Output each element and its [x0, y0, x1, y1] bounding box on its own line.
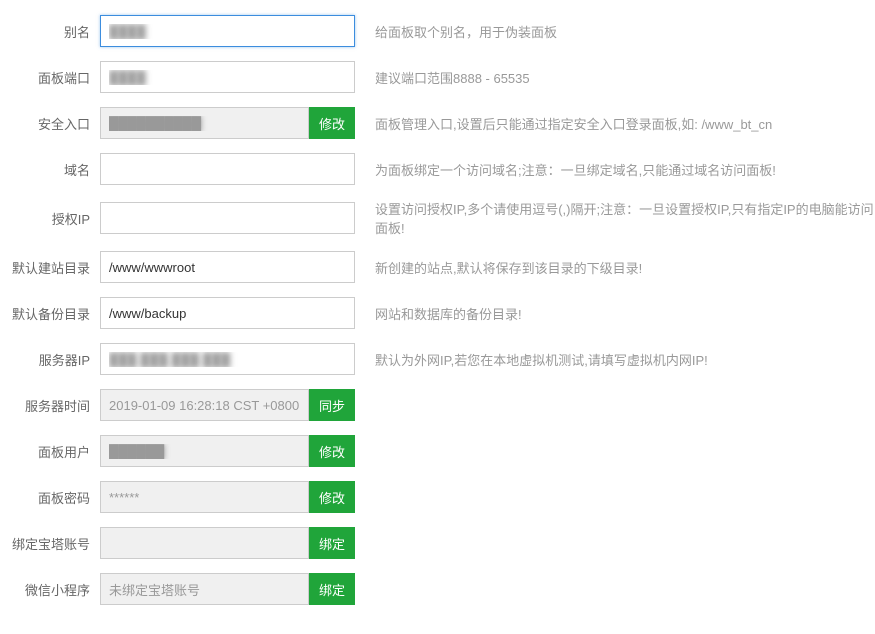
port-label: 面板端口: [0, 68, 100, 87]
servertime-input: [100, 389, 309, 421]
paneluser-modify-button[interactable]: 修改: [309, 435, 355, 467]
alias-input[interactable]: [100, 15, 355, 47]
entry-hint: 面板管理入口,设置后只能通过指定安全入口登录面板,如: /www_bt_cn: [375, 114, 875, 133]
panelpass-label: 面板密码: [0, 488, 100, 507]
entry-label: 安全入口: [0, 114, 100, 133]
servertime-sync-button[interactable]: 同步: [309, 389, 355, 421]
authip-input[interactable]: [100, 202, 355, 234]
paneluser-label: 面板用户: [0, 442, 100, 461]
domain-label: 域名: [0, 160, 100, 179]
btaccount-bind-button[interactable]: 绑定: [309, 527, 355, 559]
alias-label: 别名: [0, 22, 100, 41]
sitedir-input[interactable]: [100, 251, 355, 283]
servertime-label: 服务器时间: [0, 396, 100, 415]
domain-hint: 为面板绑定一个访问域名;注意：一旦绑定域名,只能通过域名访问面板!: [375, 160, 875, 179]
backupdir-label: 默认备份目录: [0, 304, 100, 323]
wechat-input: [100, 573, 309, 605]
serverip-hint: 默认为外网IP,若您在本地虚拟机测试,请填写虚拟机内网IP!: [375, 350, 875, 369]
btaccount-label: 绑定宝塔账号: [0, 534, 100, 553]
sitedir-hint: 新创建的站点,默认将保存到该目录的下级目录!: [375, 258, 875, 277]
authip-hint: 设置访问授权IP,多个请使用逗号(,)隔开;注意：一旦设置授权IP,只有指定IP…: [375, 199, 875, 237]
wechat-bind-button[interactable]: 绑定: [309, 573, 355, 605]
serverip-label: 服务器IP: [0, 350, 100, 369]
sitedir-label: 默认建站目录: [0, 258, 100, 277]
port-input[interactable]: [100, 61, 355, 93]
port-hint: 建议端口范围8888 - 65535: [375, 68, 875, 87]
backupdir-input[interactable]: [100, 297, 355, 329]
alias-hint: 给面板取个别名，用于伪装面板: [375, 22, 875, 41]
authip-label: 授权IP: [0, 209, 100, 228]
domain-input[interactable]: [100, 153, 355, 185]
backupdir-hint: 网站和数据库的备份目录!: [375, 304, 875, 323]
panelpass-modify-button[interactable]: 修改: [309, 481, 355, 513]
btaccount-input: [100, 527, 309, 559]
paneluser-input: [100, 435, 309, 467]
entry-input: [100, 107, 309, 139]
wechat-label: 微信小程序: [0, 580, 100, 599]
entry-modify-button[interactable]: 修改: [309, 107, 355, 139]
serverip-input[interactable]: [100, 343, 355, 375]
panelpass-input: [100, 481, 309, 513]
